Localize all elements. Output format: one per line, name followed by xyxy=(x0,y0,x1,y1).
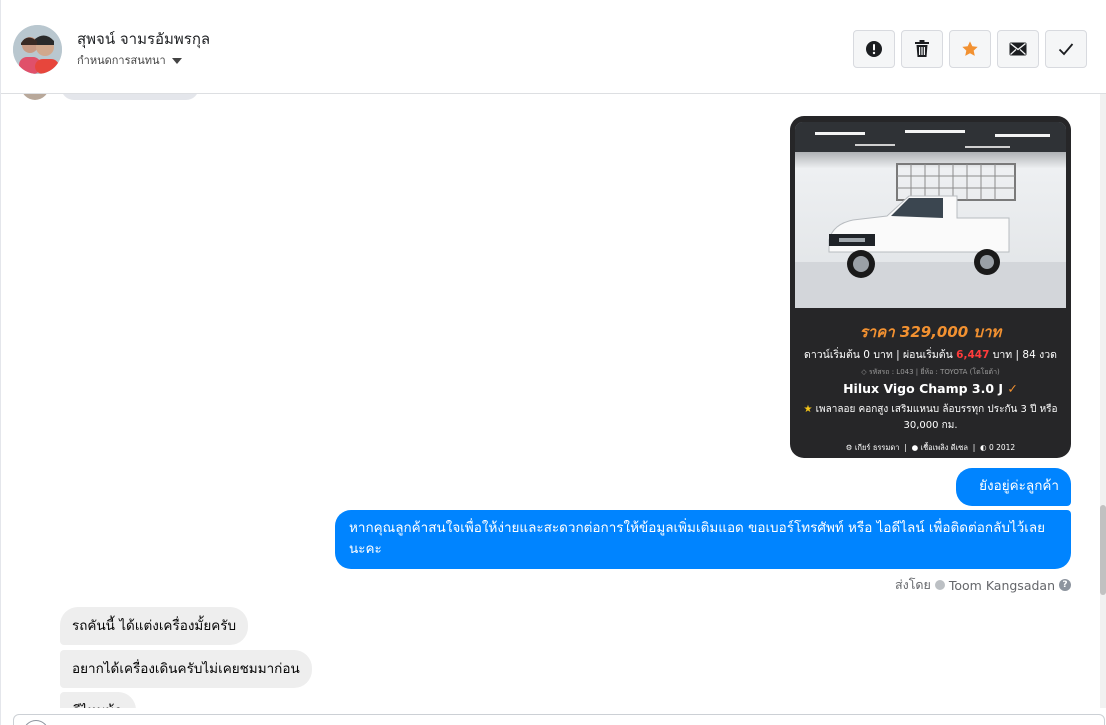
car-model: Hilux Vigo Champ 3.0 J ✓ xyxy=(790,381,1071,396)
checkmark-icon xyxy=(1058,43,1074,56)
scrollbar-thumb[interactable] xyxy=(1100,505,1106,595)
delete-button[interactable] xyxy=(901,30,943,68)
spec-gear: เกียร์ ธรรมดา xyxy=(854,443,900,452)
code-brand-text: รหัสรถ : L043 | ยี่ห้อ : TOYOTA (โตโยต้า… xyxy=(868,368,1000,376)
header-actions xyxy=(853,30,1087,68)
installment-text: บาท | 84 งวด xyxy=(992,349,1057,361)
gauge-icon: ◐ xyxy=(980,443,987,452)
spec-fuel: เชื้อเพลิง ดีเซล xyxy=(920,443,968,452)
down-payment-info: ดาวน์เริ่มต้น 0 บาท | ผ่อนเริ่มต้น 6,447… xyxy=(790,346,1071,363)
message-bubble-incoming[interactable]: ดีไหมน้า xyxy=(60,692,136,708)
assign-conversation-dropdown[interactable]: กำหนดการสนทนา xyxy=(77,51,182,69)
message-bubble-incoming xyxy=(61,94,199,100)
report-button[interactable] xyxy=(853,30,895,68)
fuel-drop-icon: ● xyxy=(911,443,919,452)
sent-by-info: ส่งโดย Toom Kangsadan ? xyxy=(895,575,1071,595)
sent-by-label: ส่งโดย xyxy=(894,577,931,592)
message-bubble-incoming[interactable]: รถคันนี้ ได้แต่งเครื่องมั้ยครับ xyxy=(60,607,249,645)
exclamation-circle-icon xyxy=(866,41,882,57)
monthly-amount: 6,447 xyxy=(956,349,990,361)
tag-icon: ◇ xyxy=(861,368,867,376)
message-composer[interactable] xyxy=(13,714,1105,725)
agent-avatar-icon xyxy=(934,580,945,590)
mark-unread-button[interactable] xyxy=(997,30,1039,68)
avatar[interactable] xyxy=(13,25,62,74)
scrollbar[interactable] xyxy=(1100,94,1106,708)
car-specs: ⚙ เกียร์ ธรรมดา | ● เชื้อเพลิง ดีเซล | ◐… xyxy=(845,443,1016,452)
caret-down-icon xyxy=(171,57,182,64)
car-listing-card[interactable]: ราคา 329,000 บาท ดาวน์เริ่มต้น 0 บาท | ผ… xyxy=(790,116,1071,458)
mark-done-button[interactable] xyxy=(1045,30,1087,68)
message-bubble-outgoing[interactable]: หากคุณลูกค้าสนใจเพื่อให้ง่ายและสะดวกต่อก… xyxy=(335,510,1071,569)
car-description: ★ เพลาลอย คอกสูง เสริมแหนบ ล้อบรรทุก ประ… xyxy=(798,402,1063,434)
car-price: ราคา 329,000 บาท xyxy=(859,323,1002,341)
verified-check-icon: ✓ xyxy=(1007,381,1018,396)
spec-year: 0 2012 xyxy=(988,443,1016,452)
car-photo xyxy=(795,122,1066,308)
star-button[interactable] xyxy=(949,30,991,68)
inbox-conversation: สุพจน์ จามรอัมพรกุล กำหนดการสนทนา ราคา 3… xyxy=(0,0,1106,725)
envelope-icon xyxy=(1009,42,1027,56)
star-icon: ★ xyxy=(803,404,813,415)
car-model-text: Hilux Vigo Champ 3.0 J xyxy=(843,381,1004,396)
gear-icon: ⚙ xyxy=(845,443,853,452)
message-bubble-incoming[interactable]: อยากได้เครื่องเดินครับไม่เคยชมมาก่อน xyxy=(60,650,312,688)
car-code-brand: ◇ รหัสรถ : L043 | ยี่ห้อ : TOYOTA (โตโยต… xyxy=(790,367,1071,378)
question-icon[interactable]: ? xyxy=(1059,579,1071,591)
trash-icon xyxy=(915,40,929,57)
car-description-text: เพลาลอย คอกสูง เสริมแหนบ ล้อบรรทุก ประกั… xyxy=(815,404,1058,431)
down-payment-text: ดาวน์เริ่มต้น 0 บาท | ผ่อนเริ่มต้น xyxy=(804,349,953,361)
avatar xyxy=(21,94,49,100)
sent-by-name: Toom Kangsadan xyxy=(948,577,1055,593)
contact-name: สุพจน์ จามรอัมพรกุล xyxy=(77,30,211,48)
star-icon xyxy=(962,41,978,56)
message-thread[interactable]: ราคา 329,000 บาท ดาวน์เริ่มต้น 0 บาท | ผ… xyxy=(1,94,1105,708)
message-bubble-outgoing[interactable]: ยังอยู่ค่ะลูกค้า xyxy=(956,468,1071,506)
assign-label: กำหนดการสนทนา xyxy=(77,54,166,67)
conversation-header: สุพจน์ จามรอัมพรกุล กำหนดการสนทนา xyxy=(1,0,1106,94)
